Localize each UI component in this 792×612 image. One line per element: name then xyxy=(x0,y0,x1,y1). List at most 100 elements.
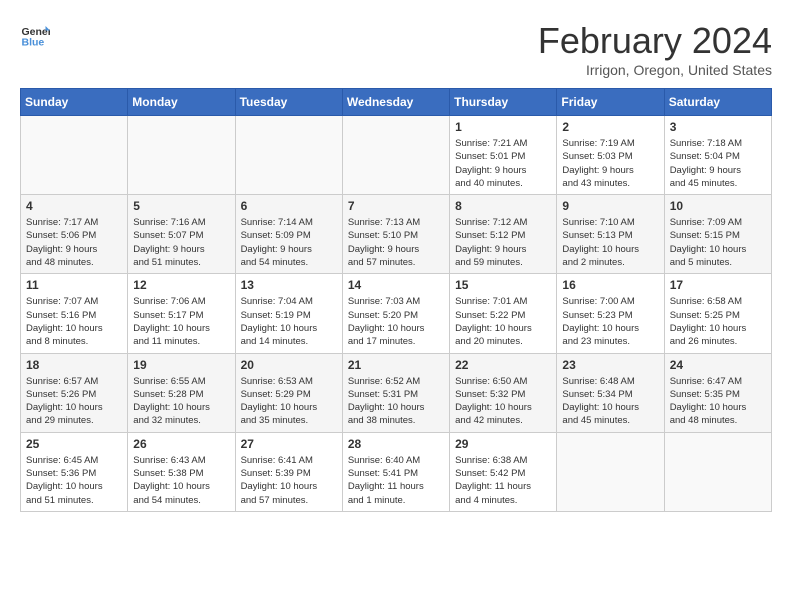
calendar-cell: 23Sunrise: 6:48 AM Sunset: 5:34 PM Dayli… xyxy=(557,353,664,432)
day-number: 9 xyxy=(562,199,658,213)
day-info: Sunrise: 7:00 AM Sunset: 5:23 PM Dayligh… xyxy=(562,295,658,348)
logo: General Blue xyxy=(20,20,50,50)
calendar-cell: 7 Sunrise: 7:13 AM Sunset: 5:10 PM Daylig… xyxy=(342,195,449,274)
day-info: Sunrise: 6:55 AM Sunset: 5:28 PM Dayligh… xyxy=(133,375,229,428)
day-info: Sunrise: 6:38 AM Sunset: 5:42 PM Dayligh… xyxy=(455,454,551,507)
day-number: 20 xyxy=(241,358,337,372)
day-number: 27 xyxy=(241,437,337,451)
calendar-cell xyxy=(235,116,342,195)
day-number: 5 xyxy=(133,199,229,213)
day-number: 18 xyxy=(26,358,122,372)
calendar-cell xyxy=(557,432,664,511)
day-info: Sunrise: 6:43 AM Sunset: 5:38 PM Dayligh… xyxy=(133,454,229,507)
day-number: 2 xyxy=(562,120,658,134)
day-info: Sunrise: 7:13 AM Sunset: 5:10 PM Dayligh… xyxy=(348,216,444,269)
calendar-cell: 3Sunrise: 7:18 AM Sunset: 5:04 PM Daylig… xyxy=(664,116,771,195)
calendar-cell xyxy=(128,116,235,195)
weekday-header-wednesday: Wednesday xyxy=(342,89,449,116)
calendar-cell xyxy=(342,116,449,195)
calendar-week-5: 25 Sunrise: 6:45 AM Sunset: 5:36 PM Dayli… xyxy=(21,432,772,511)
calendar-cell: 10 Sunrise: 7:09 AM Sunset: 5:15 PM Dayli… xyxy=(664,195,771,274)
calendar-body: 1 Sunrise: 7:21 AM Sunset: 5:01 PM Daylig… xyxy=(21,116,772,512)
day-number: 24 xyxy=(670,358,766,372)
day-number: 14 xyxy=(348,278,444,292)
day-number: 17 xyxy=(670,278,766,292)
day-info: Sunrise: 7:16 AM Sunset: 5:07 PM Dayligh… xyxy=(133,216,229,269)
day-number: 22 xyxy=(455,358,551,372)
svg-text:Blue: Blue xyxy=(22,37,45,49)
calendar-week-1: 1 Sunrise: 7:21 AM Sunset: 5:01 PM Daylig… xyxy=(21,116,772,195)
calendar-cell: 9 Sunrise: 7:10 AM Sunset: 5:13 PM Daylig… xyxy=(557,195,664,274)
calendar-cell: 19 Sunrise: 6:55 AM Sunset: 5:28 PM Dayli… xyxy=(128,353,235,432)
calendar-cell: 11 Sunrise: 7:07 AM Sunset: 5:16 PM Dayli… xyxy=(21,274,128,353)
calendar-cell: 28 Sunrise: 6:40 AM Sunset: 5:41 PM Dayli… xyxy=(342,432,449,511)
day-info: Sunrise: 6:57 AM Sunset: 5:26 PM Dayligh… xyxy=(26,375,122,428)
day-number: 19 xyxy=(133,358,229,372)
calendar-cell: 27 Sunrise: 6:41 AM Sunset: 5:39 PM Dayli… xyxy=(235,432,342,511)
day-number: 3 xyxy=(670,120,766,134)
day-info: Sunrise: 7:21 AM Sunset: 5:01 PM Dayligh… xyxy=(455,137,551,190)
calendar-cell: 2 Sunrise: 7:19 AM Sunset: 5:03 PM Daylig… xyxy=(557,116,664,195)
day-info: Sunrise: 6:53 AM Sunset: 5:29 PM Dayligh… xyxy=(241,375,337,428)
day-info: Sunrise: 6:45 AM Sunset: 5:36 PM Dayligh… xyxy=(26,454,122,507)
day-info: Sunrise: 7:09 AM Sunset: 5:15 PM Dayligh… xyxy=(670,216,766,269)
calendar-cell: 12Sunrise: 7:06 AM Sunset: 5:17 PM Dayli… xyxy=(128,274,235,353)
day-info: Sunrise: 7:17 AM Sunset: 5:06 PM Dayligh… xyxy=(26,216,122,269)
weekday-header-thursday: Thursday xyxy=(450,89,557,116)
calendar-cell xyxy=(664,432,771,511)
day-info: Sunrise: 6:48 AM Sunset: 5:34 PM Dayligh… xyxy=(562,375,658,428)
day-info: Sunrise: 7:10 AM Sunset: 5:13 PM Dayligh… xyxy=(562,216,658,269)
day-number: 25 xyxy=(26,437,122,451)
day-info: Sunrise: 6:47 AM Sunset: 5:35 PM Dayligh… xyxy=(670,375,766,428)
calendar-week-2: 4 Sunrise: 7:17 AM Sunset: 5:06 PM Daylig… xyxy=(21,195,772,274)
calendar-cell: 8 Sunrise: 7:12 AM Sunset: 5:12 PM Daylig… xyxy=(450,195,557,274)
calendar-cell: 1 Sunrise: 7:21 AM Sunset: 5:01 PM Daylig… xyxy=(450,116,557,195)
day-info: Sunrise: 7:01 AM Sunset: 5:22 PM Dayligh… xyxy=(455,295,551,348)
day-info: Sunrise: 6:50 AM Sunset: 5:32 PM Dayligh… xyxy=(455,375,551,428)
day-info: Sunrise: 7:19 AM Sunset: 5:03 PM Dayligh… xyxy=(562,137,658,190)
day-number: 15 xyxy=(455,278,551,292)
weekday-header-sunday: Sunday xyxy=(21,89,128,116)
day-info: Sunrise: 7:07 AM Sunset: 5:16 PM Dayligh… xyxy=(26,295,122,348)
day-info: Sunrise: 6:40 AM Sunset: 5:41 PM Dayligh… xyxy=(348,454,444,507)
calendar-cell: 29 Sunrise: 6:38 AM Sunset: 5:42 PM Dayli… xyxy=(450,432,557,511)
calendar-cell: 15 Sunrise: 7:01 AM Sunset: 5:22 PM Dayli… xyxy=(450,274,557,353)
day-number: 28 xyxy=(348,437,444,451)
day-number: 4 xyxy=(26,199,122,213)
header: General Blue February 2024 Irrigon, Oreg… xyxy=(20,20,772,78)
weekday-header-saturday: Saturday xyxy=(664,89,771,116)
calendar-cell: 14Sunrise: 7:03 AM Sunset: 5:20 PM Dayli… xyxy=(342,274,449,353)
weekday-header-row: SundayMondayTuesdayWednesdayThursdayFrid… xyxy=(21,89,772,116)
calendar-cell: 18 Sunrise: 6:57 AM Sunset: 5:26 PM Dayli… xyxy=(21,353,128,432)
day-info: Sunrise: 6:41 AM Sunset: 5:39 PM Dayligh… xyxy=(241,454,337,507)
calendar-cell: 22 Sunrise: 6:50 AM Sunset: 5:32 PM Dayli… xyxy=(450,353,557,432)
day-info: Sunrise: 6:52 AM Sunset: 5:31 PM Dayligh… xyxy=(348,375,444,428)
day-info: Sunrise: 7:12 AM Sunset: 5:12 PM Dayligh… xyxy=(455,216,551,269)
calendar-cell: 5 Sunrise: 7:16 AM Sunset: 5:07 PM Daylig… xyxy=(128,195,235,274)
day-number: 26 xyxy=(133,437,229,451)
day-number: 21 xyxy=(348,358,444,372)
weekday-header-friday: Friday xyxy=(557,89,664,116)
month-title: February 2024 xyxy=(538,20,772,62)
day-info: Sunrise: 7:06 AM Sunset: 5:17 PM Dayligh… xyxy=(133,295,229,348)
calendar-cell: 4 Sunrise: 7:17 AM Sunset: 5:06 PM Daylig… xyxy=(21,195,128,274)
day-number: 7 xyxy=(348,199,444,213)
calendar-cell: 6 Sunrise: 7:14 AM Sunset: 5:09 PM Daylig… xyxy=(235,195,342,274)
calendar-cell: 13Sunrise: 7:04 AM Sunset: 5:19 PM Dayli… xyxy=(235,274,342,353)
calendar: SundayMondayTuesdayWednesdayThursdayFrid… xyxy=(20,88,772,512)
calendar-cell xyxy=(21,116,128,195)
weekday-header-monday: Monday xyxy=(128,89,235,116)
day-number: 11 xyxy=(26,278,122,292)
day-number: 8 xyxy=(455,199,551,213)
day-number: 6 xyxy=(241,199,337,213)
calendar-week-4: 18 Sunrise: 6:57 AM Sunset: 5:26 PM Dayli… xyxy=(21,353,772,432)
day-number: 29 xyxy=(455,437,551,451)
day-info: Sunrise: 7:14 AM Sunset: 5:09 PM Dayligh… xyxy=(241,216,337,269)
calendar-cell: 21 Sunrise: 6:52 AM Sunset: 5:31 PM Dayli… xyxy=(342,353,449,432)
day-number: 10 xyxy=(670,199,766,213)
location-title: Irrigon, Oregon, United States xyxy=(538,62,772,78)
logo-icon: General Blue xyxy=(20,20,50,50)
day-number: 16 xyxy=(562,278,658,292)
day-number: 1 xyxy=(455,120,551,134)
calendar-cell: 17Sunrise: 6:58 AM Sunset: 5:25 PM Dayli… xyxy=(664,274,771,353)
